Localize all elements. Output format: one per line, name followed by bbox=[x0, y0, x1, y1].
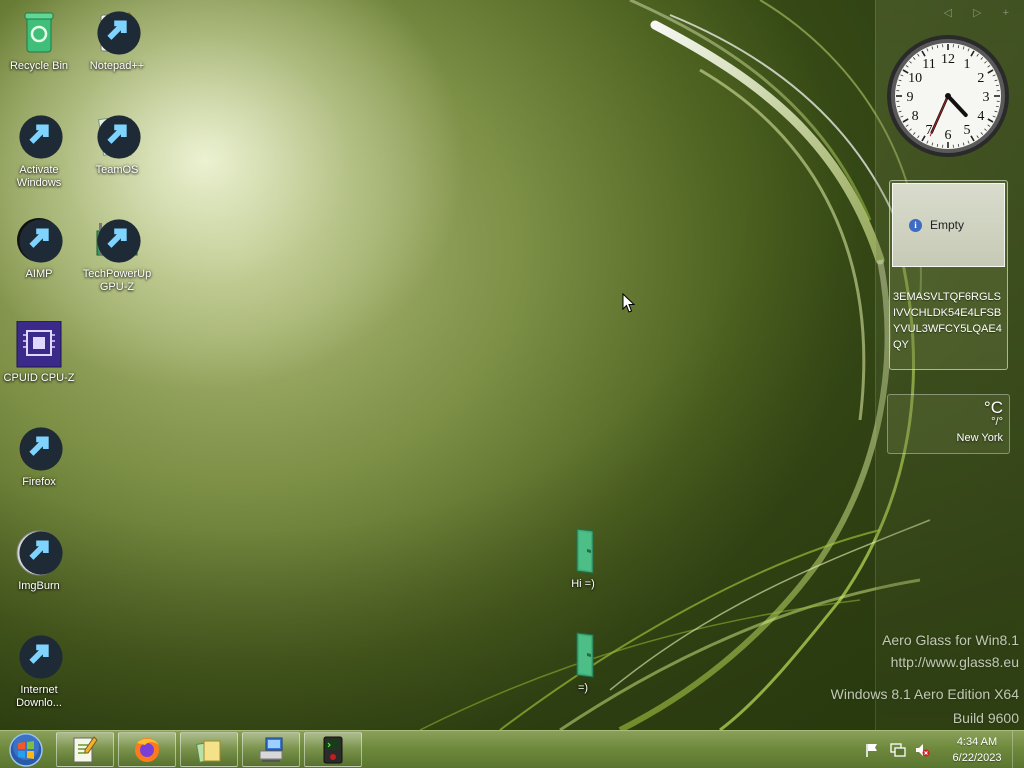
note-title: Empty bbox=[930, 218, 965, 232]
desktop-icon-aimp[interactable]: AIMP bbox=[2, 217, 76, 281]
folder-icon bbox=[576, 528, 594, 574]
desktop-folder-hi[interactable]: Hi =) bbox=[546, 527, 620, 591]
desktop-icon-label: Notepad++ bbox=[89, 60, 145, 72]
weather-temperature-unit: °C bbox=[983, 398, 1003, 417]
desktop-icon-gpu-z[interactable]: TechPowerUp GPU-Z bbox=[80, 217, 154, 294]
taskbar-item-firefox[interactable] bbox=[118, 732, 176, 767]
network-icon[interactable] bbox=[890, 742, 906, 758]
mouse-cursor-icon bbox=[622, 293, 636, 313]
clock-number: 4 bbox=[977, 109, 984, 124]
desktop-icon-label: =) bbox=[577, 682, 589, 694]
firefox-icon bbox=[135, 737, 159, 762]
show-desktop-button[interactable] bbox=[1012, 731, 1024, 768]
desktop-icon-label: TechPowerUp GPU-Z bbox=[82, 268, 152, 293]
shortcut-overlay-icon bbox=[97, 219, 141, 263]
desktop-icon-imgburn[interactable]: ImgBurn bbox=[2, 529, 76, 593]
clock-number: 5 bbox=[964, 123, 971, 138]
start-button[interactable] bbox=[6, 732, 46, 768]
desktop-icon-label: Firefox bbox=[22, 476, 56, 488]
taskbar-item-windows-explorer[interactable] bbox=[180, 732, 238, 767]
desktop-icon-label: Activate Windows bbox=[16, 164, 62, 189]
terminal-icon bbox=[323, 736, 343, 763]
watermark-line-1: Aero Glass for Win8.1 bbox=[882, 632, 1019, 648]
clock-number: 1 bbox=[964, 57, 971, 72]
desktop-icon-notepad-plus-plus[interactable]: Notepad++ bbox=[80, 9, 154, 73]
weather-gadget[interactable]: °C °/° New York bbox=[887, 394, 1010, 454]
clock-number: 10 bbox=[908, 71, 922, 86]
clock-number: 2 bbox=[977, 71, 984, 86]
clock-gadget[interactable]: 1234567891011 12 bbox=[885, 33, 1011, 159]
desktop-icon-recycle-bin[interactable]: Recycle Bin bbox=[2, 9, 76, 73]
desktop-icon-label: AIMP bbox=[25, 268, 53, 280]
clock-number: 8 bbox=[912, 109, 919, 124]
desktop-icon-label: Internet Downlo... bbox=[16, 684, 62, 709]
desktop-icon-internet-download-manager[interactable]: Internet Downlo... bbox=[2, 633, 76, 710]
weather-range: °/° bbox=[991, 416, 1003, 428]
notepad-plus-plus-icon bbox=[73, 735, 98, 762]
shortcut-overlay-icon bbox=[19, 635, 63, 679]
taskbar-item-network-computer[interactable] bbox=[242, 732, 300, 767]
wallpaper-swirl bbox=[0, 0, 1024, 730]
sidebar-controls[interactable]: ◁ ▷ + bbox=[944, 6, 1018, 19]
shortcut-overlay-icon bbox=[19, 531, 63, 575]
taskbar-clock[interactable]: 4:34 AM 6/22/2023 bbox=[944, 734, 1010, 766]
desktop-icon-label: ImgBurn bbox=[18, 580, 60, 592]
info-icon: i bbox=[909, 218, 922, 232]
watermark-line-4: Build 9600 bbox=[952, 710, 1019, 726]
recycle-bin-icon bbox=[24, 12, 54, 53]
weather-city: New York bbox=[956, 432, 1003, 444]
desktop-icon-activate-windows[interactable]: Activate Windows bbox=[2, 113, 76, 190]
action-center-flag-icon[interactable] bbox=[864, 742, 880, 758]
clock-number: 6 bbox=[945, 128, 952, 143]
watermark-line-3: Windows 8.1 Aero Edition X64 bbox=[830, 686, 1019, 702]
desktop-icon-teamos[interactable]: TeamOS bbox=[80, 113, 154, 177]
desktop-icon-label: Hi =) bbox=[571, 578, 595, 590]
watermark-line-2: http://www.glass8.eu bbox=[890, 654, 1019, 670]
shortcut-overlay-icon bbox=[19, 115, 63, 159]
cpuz-icon bbox=[16, 320, 62, 368]
desktop-icon-label: TeamOS bbox=[95, 164, 139, 176]
network-computer-icon bbox=[259, 737, 283, 762]
desktop-icon-label: Recycle Bin bbox=[9, 60, 69, 72]
taskbar-date: 6/22/2023 bbox=[952, 752, 1002, 764]
folder-icon bbox=[576, 632, 594, 678]
shortcut-overlay-icon bbox=[19, 427, 63, 471]
clock-number: 11 bbox=[922, 57, 935, 72]
note-header: i Empty bbox=[892, 183, 1005, 267]
note-gadget[interactable]: i Empty 3EMASVLTQF6RGLSIVVCHLDK54E4LFSBY… bbox=[889, 180, 1008, 370]
windows-explorer-icon bbox=[195, 740, 221, 763]
volume-muted-icon[interactable] bbox=[914, 742, 930, 758]
taskbar-item-notepad-plus-plus[interactable] bbox=[56, 732, 114, 767]
desktop-icon-cpu-z[interactable]: CPUID CPU-Z bbox=[2, 320, 76, 385]
desktop-icon-label: CPUID CPU-Z bbox=[3, 372, 75, 384]
note-text: 3EMASVLTQF6RGLSIVVCHLDK54E4LFSBYVUL3WFCY… bbox=[893, 291, 1002, 351]
clock-number: 12 bbox=[941, 52, 955, 67]
clock-number: 3 bbox=[983, 90, 990, 105]
shortcut-overlay-icon bbox=[19, 219, 63, 263]
clock-number: 9 bbox=[907, 90, 914, 105]
taskbar: 4:34 AM 6/22/2023 bbox=[0, 730, 1024, 768]
taskbar-time: 4:34 AM bbox=[956, 736, 998, 748]
desktop-folder-smile[interactable]: =) bbox=[546, 631, 620, 695]
shortcut-overlay-icon bbox=[97, 11, 141, 55]
shortcut-overlay-icon bbox=[97, 115, 141, 159]
taskbar-item-terminal[interactable] bbox=[304, 732, 362, 767]
desktop-icon-firefox[interactable]: Firefox bbox=[2, 425, 76, 489]
